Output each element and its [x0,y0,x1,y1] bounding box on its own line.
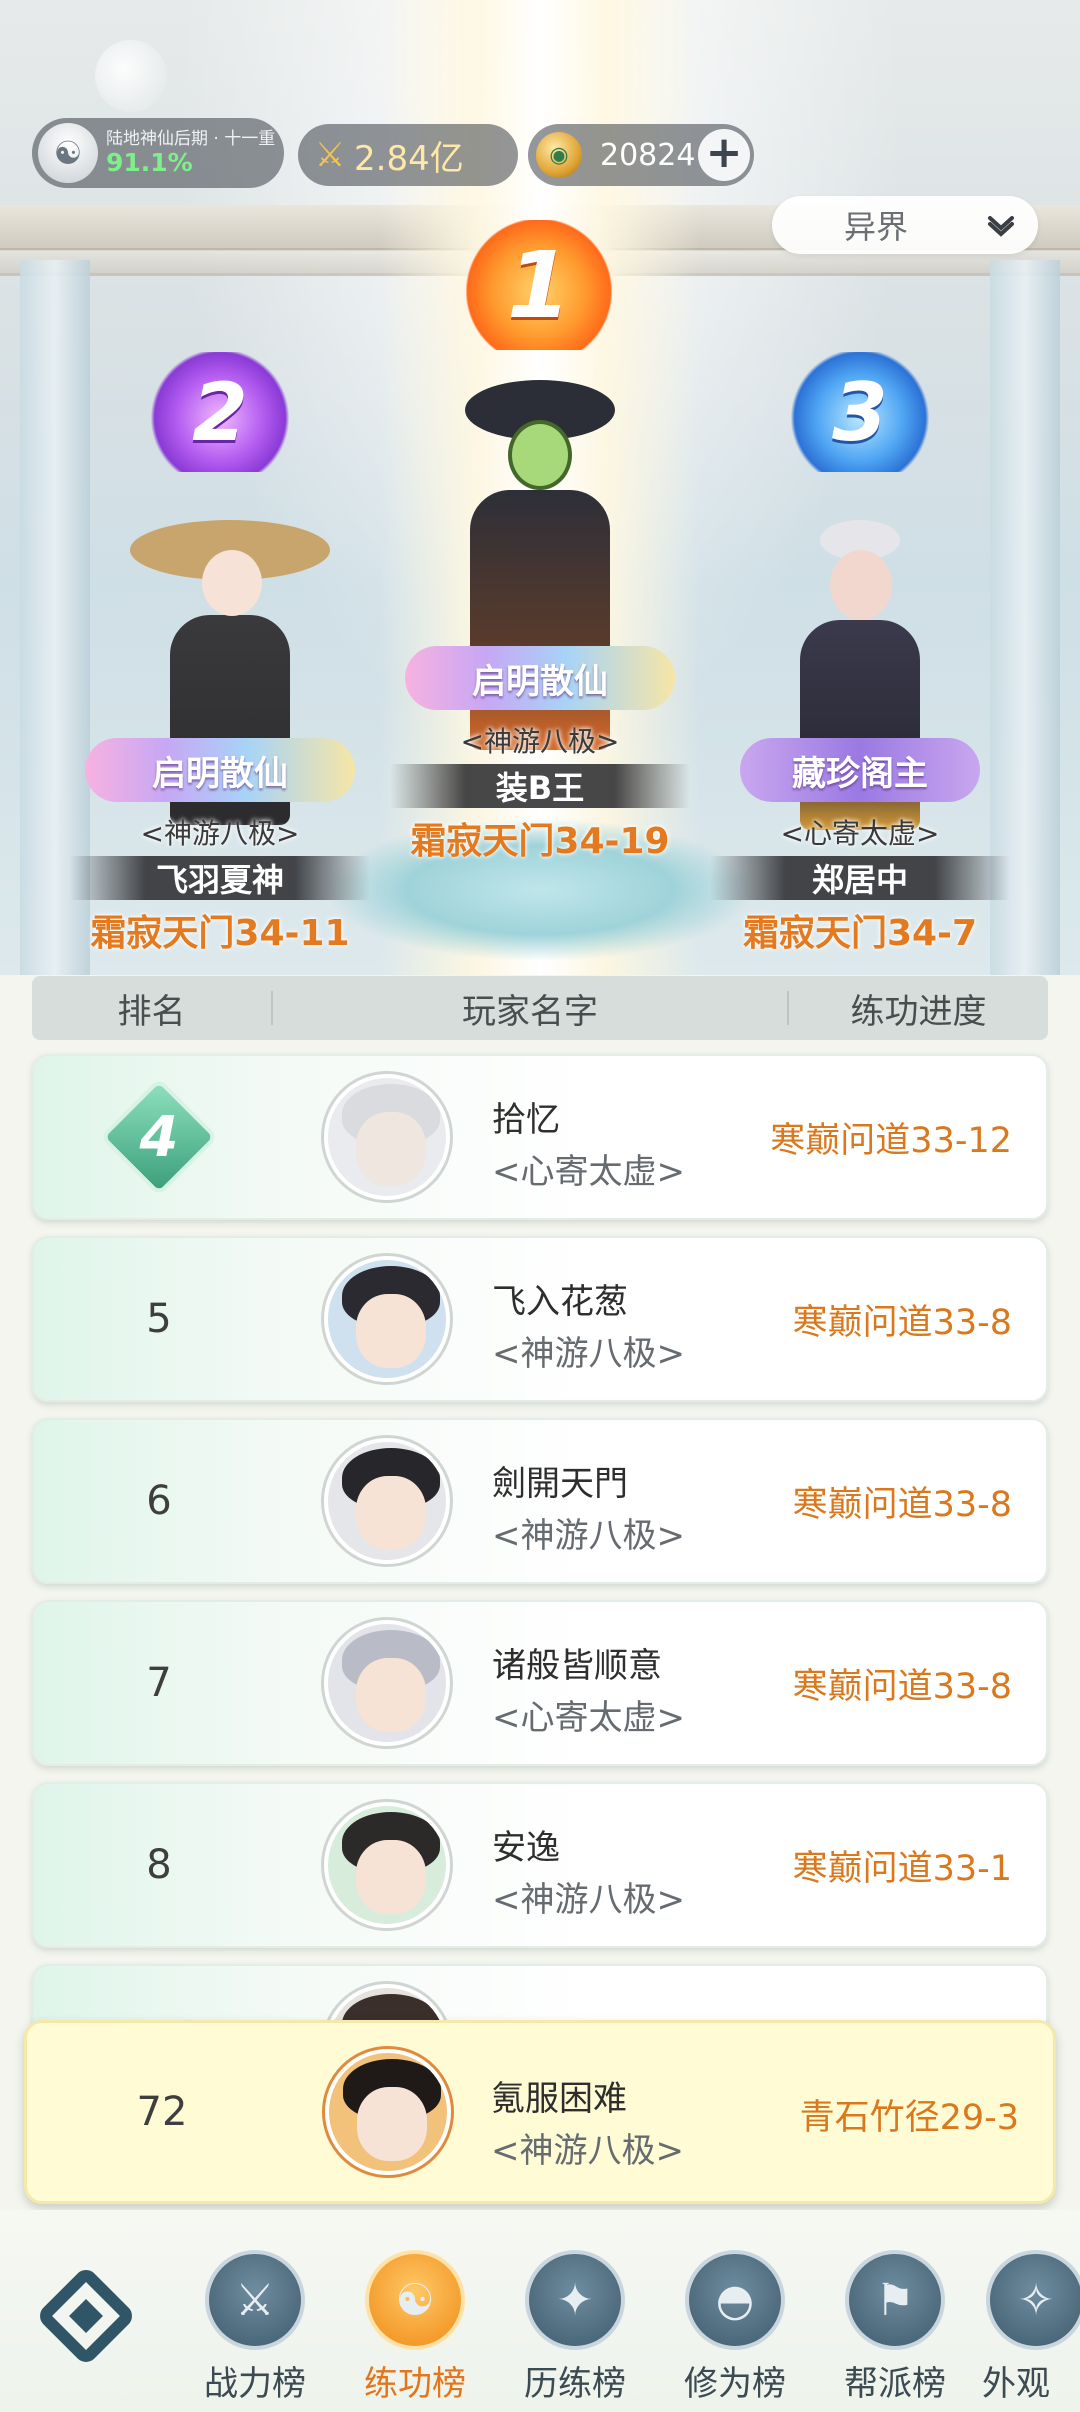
tab-training[interactable]: ☯ 练功榜 [340,2210,490,2412]
hat-icon: ◓ [685,2250,785,2350]
tab-label: 修为榜 [684,2364,786,2404]
jade-coin-icon: ◉ [536,132,582,178]
rank-3-title: 藏珍阁主 [740,738,980,802]
tab-label: 战力榜 [204,2364,306,2404]
avatar[interactable] [324,1256,450,1382]
player-name: 安逸 [492,1828,560,1868]
row-rank: 6 [146,1478,172,1524]
row-rank: 5 [146,1296,172,1342]
player-name: 拾忆 [492,1100,560,1140]
row-rank: 8 [146,1842,172,1888]
rank-2-player-name: 飞羽夏神 [70,856,370,900]
realm-status[interactable]: ☯ 陆地神仙后期 · 十一重 91.1% [32,118,284,188]
my-progress: 青石竹径29-3 [799,2098,1019,2138]
ranking-row[interactable]: 6 劍開天門 <神游八极> 寒巅问道33-8 [32,1418,1048,1584]
ranking-row[interactable]: 7 诸般皆顺意 <心寄太虚> 寒巅问道33-8 [32,1600,1048,1766]
rank-1-guild: <神游八极> [460,725,620,758]
player-guild: <神游八极> [492,1516,685,1556]
header-progress: 练功进度 [850,991,987,1032]
combat-power-icon: ⚔ [314,135,346,175]
my-rank: 72 [136,2089,188,2135]
leaderboard-hero: 1 2 3 启明散仙 启明散仙 藏珍阁主 <神游八极> <神游八极> <心寄太虚… [0,0,1080,975]
menu-diamond-icon[interactable] [36,2266,136,2366]
player-progress: 寒巅问道33-8 [792,1303,1012,1343]
moon [95,40,167,112]
rank-3-guild: <心寄太虚> [780,817,940,850]
tab-label: 练功榜 [364,2364,466,2404]
server-dropdown-value: 异界 [844,208,909,246]
row-rank: 4 [34,1056,284,1218]
ranking-row[interactable]: 4 拾忆 <心寄太虚> 寒巅问道33-12 [32,1054,1048,1220]
crossed-swords-icon: ⚔ [205,2250,305,2350]
player-progress: 寒巅问道33-1 [792,1849,1012,1889]
header-rank: 排名 [117,991,186,1032]
rank-1-player-name: 装B王 [390,764,690,808]
ranking-table-header: 排名 玩家名字 练功进度 [32,976,1048,1040]
ranking-row[interactable]: 5 飞入花葱 <神游八极> 寒巅问道33-8 [32,1236,1048,1402]
rank-3-progress: 霜寂天门34-7 [742,913,978,954]
combat-power-value: 2.84亿 [354,138,464,179]
player-name: 飞入花葱 [492,1282,628,1322]
player-progress: 寒巅问道33-8 [792,1667,1012,1707]
chevron-down-icon [988,216,1014,237]
tab-experience[interactable]: ✦ 历练榜 [500,2250,650,2410]
my-player-name: 氪服困难 [491,2079,627,2119]
shuriken-icon: ✦ [525,2250,625,2350]
rank-2-title: 启明散仙 [85,738,355,802]
rank-3-player-name: 郑居中 [710,856,1010,900]
rank-3-badge: 3 [790,352,930,472]
tab-combat-power[interactable]: ⚔ 战力榜 [180,2250,330,2410]
server-dropdown[interactable]: 异界 [772,196,1038,254]
banner-icon: ⚑ [845,2250,945,2350]
avatar[interactable] [324,1802,450,1928]
rank-2-badge: 2 [150,352,290,472]
tab-guild[interactable]: ⚑ 帮派榜 [820,2250,970,2410]
bottom-nav: ⚔ 战力榜 ☯ 练功榜 ✦ 历练榜 ◓ 修为榜 ⚑ 帮派榜 ✧ 外观 [0,2210,1080,2412]
rank-2-progress: 霜寂天门34-11 [90,913,350,954]
avatar[interactable] [325,2049,451,2175]
player-guild: <神游八极> [492,1334,685,1374]
appearance-icon: ✧ [986,2250,1080,2350]
combat-power-chip[interactable]: ⚔ 2.84亿 [298,124,518,186]
avatar[interactable] [324,1620,450,1746]
player-progress: 寒巅问道33-12 [770,1121,1012,1161]
currency-chip: ◉ 20824 + [528,124,754,186]
player-progress: 寒巅问道33-8 [792,1485,1012,1525]
tab-cultivation[interactable]: ◓ 修为榜 [660,2250,810,2410]
realm-name: 陆地神仙后期 · 十一重 [106,128,276,149]
player-guild: <心寄太虚> [492,1698,685,1738]
avatar[interactable] [324,1074,450,1200]
ranking-row[interactable]: 8 安逸 <神游八极> 寒巅问道33-1 [32,1782,1048,1948]
rank-1-progress: 霜寂天门34-19 [410,821,670,862]
realm-avatar-icon: ☯ [38,123,98,183]
header-player-name: 玩家名字 [462,991,599,1032]
player-guild: <神游八极> [492,1880,685,1920]
player-name: 劍開天門 [492,1464,628,1504]
my-player-guild: <神游八极> [491,2131,684,2171]
tab-label: 历练榜 [524,2364,626,2404]
realm-progress: 91.1% [106,147,193,177]
avatar[interactable] [324,1438,450,1564]
rank-4-badge: 4 [99,1077,219,1197]
rank-1-badge: 1 [466,220,612,350]
tab-appearance[interactable]: ✧ 外观 [980,2250,1080,2410]
yin-yang-icon: ☯ [365,2250,465,2350]
row-rank: 7 [146,1660,172,1706]
currency-amount: 20824 [600,137,696,173]
player-name: 诸般皆顺意 [492,1646,662,1686]
rank-2-guild: <神游八极> [140,817,300,850]
add-currency-button[interactable]: + [698,129,750,181]
tab-label: 外观 [982,2364,1050,2404]
player-guild: <心寄太虚> [492,1152,685,1192]
tab-label: 帮派榜 [844,2364,946,2404]
rank-1-title: 启明散仙 [405,646,675,710]
my-rank-row[interactable]: 72 氪服困难 <神游八极> 青石竹径29-3 [24,2020,1056,2204]
